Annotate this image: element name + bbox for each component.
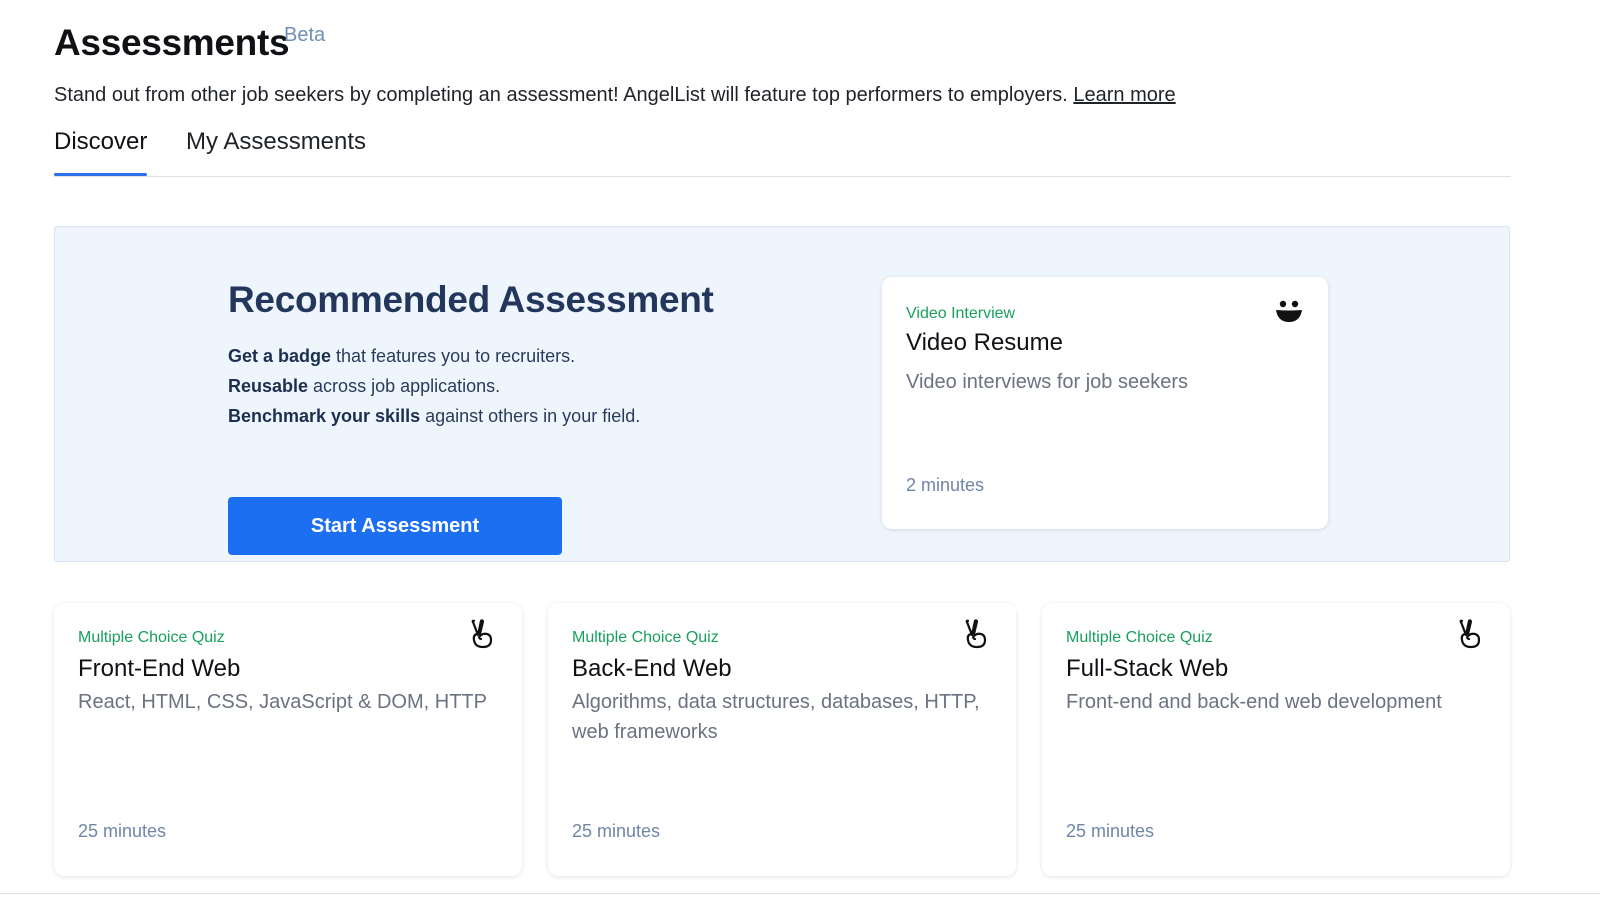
page-title: Assessments [54, 22, 290, 63]
card-title: Front-End Web [78, 655, 241, 682]
beta-badge: Beta [284, 24, 326, 46]
benefit-item: Benchmark your skills against others in … [228, 406, 641, 426]
recommended-heading: Recommended Assessment [228, 279, 714, 320]
tab-discover[interactable]: Discover [54, 128, 148, 176]
card-description: Front-end and back-end web development [1066, 691, 1442, 713]
learn-more-link[interactable]: Learn more [1073, 84, 1175, 106]
bottom-divider [0, 893, 1600, 894]
page-subtitle: Stand out from other job seekers by comp… [54, 84, 1176, 107]
benefit-list: Get a badge that features you to recruit… [228, 341, 788, 431]
card-type: Video Interview [906, 305, 1016, 322]
quiz-card-full-stack[interactable]: Multiple Choice Quiz Full-Stack Web Fron… [1042, 603, 1510, 876]
quiz-card-back-end[interactable]: Multiple Choice Quiz Back-End Web Algori… [548, 603, 1016, 876]
card-description: Video interviews for job seekers [906, 371, 1188, 393]
card-type: Multiple Choice Quiz [1066, 629, 1213, 646]
peace-hand-icon [1459, 619, 1481, 649]
recommended-panel: Recommended Assessment Get a badge that … [54, 226, 1510, 562]
peace-hand-icon [965, 619, 987, 649]
card-title: Full-Stack Web [1066, 655, 1229, 682]
card-duration: 25 minutes [78, 821, 167, 841]
tab-bar: Discover My Assessments [54, 128, 1511, 177]
benefit-item: Reusable across job applications. [228, 376, 501, 396]
card-duration: 25 minutes [1066, 821, 1155, 841]
card-description: React, HTML, CSS, JavaScript & DOM, HTTP [78, 691, 487, 713]
quiz-card-front-end[interactable]: Multiple Choice Quiz Front-End Web React… [54, 603, 522, 876]
video-resume-card[interactable]: Video Interview Video Resume Video inter… [882, 277, 1328, 529]
start-assessment-button[interactable]: Start Assessment [228, 497, 562, 555]
recommended-info: Recommended Assessment Get a badge that … [228, 279, 788, 555]
card-duration: 2 minutes [906, 475, 985, 495]
subtitle-text: Stand out from other job seekers by comp… [54, 84, 1068, 106]
card-type: Multiple Choice Quiz [78, 629, 225, 646]
benefit-item: Get a badge that features you to recruit… [228, 346, 576, 366]
smiley-icon [1276, 300, 1302, 322]
card-title: Back-End Web [572, 655, 732, 682]
card-description: Algorithms, data structures, databases, … [572, 691, 980, 743]
card-type: Multiple Choice Quiz [572, 629, 719, 646]
card-duration: 25 minutes [572, 821, 661, 841]
card-title: Video Resume [906, 329, 1063, 356]
peace-hand-icon [471, 619, 493, 649]
tab-my-assessments[interactable]: My Assessments [186, 128, 366, 156]
page-header: Assessments Beta [54, 22, 325, 64]
